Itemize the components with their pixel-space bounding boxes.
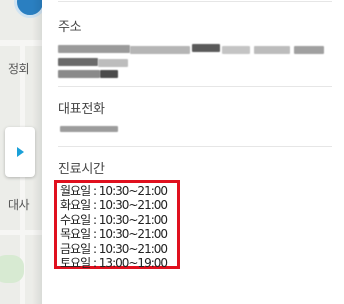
section-divider xyxy=(58,1,332,2)
redacted-text xyxy=(130,46,190,54)
hours-day: 토요일 xyxy=(60,256,91,271)
redacted-text xyxy=(58,70,100,78)
redacted-text xyxy=(294,46,324,54)
map-label: 정회 xyxy=(8,62,30,76)
hours-day: 월요일 xyxy=(60,184,91,198)
redacted-text xyxy=(58,58,98,66)
hours-row: 화요일 : 10:30~21:00 xyxy=(60,198,168,213)
chevron-right-icon xyxy=(16,147,24,157)
hours-row: 수요일 : 10:30~21:00 xyxy=(60,212,168,227)
redacted-text xyxy=(58,45,130,53)
address-section: 주소 xyxy=(58,16,332,35)
address-title: 주소 xyxy=(58,20,82,35)
map-area xyxy=(0,255,24,283)
hours-row: 월요일 : 10:30~21:00 xyxy=(60,184,168,198)
hours-time: 13:00~19:00 xyxy=(98,256,168,271)
hours-highlight-box: 월요일 : 10:30~21:00 화요일 : 10:30~21:00 수요일 … xyxy=(54,180,180,271)
hours-row: 토요일 : 13:00~19:00 xyxy=(60,256,168,271)
hours-row: 목요일 : 10:30~21:00 xyxy=(60,227,168,242)
hours-day: 화요일 xyxy=(60,198,91,213)
redacted-text xyxy=(192,44,220,52)
hours-time: 10:30~21:00 xyxy=(98,227,168,242)
hours-time: 10:30~21:00 xyxy=(98,212,168,227)
redacted-text xyxy=(98,59,128,67)
hours-day: 목요일 xyxy=(60,227,91,242)
redacted-text xyxy=(60,126,118,132)
redacted-text xyxy=(100,70,118,78)
hours-day: 금요일 xyxy=(60,241,91,256)
panel-toggle-button[interactable] xyxy=(5,127,35,177)
redacted-text xyxy=(222,46,250,54)
phone-title: 대표전화 xyxy=(58,102,105,117)
hours-time: 10:30~21:00 xyxy=(98,198,168,213)
map-label: 대사 xyxy=(8,198,30,212)
phone-section: 대표전화 xyxy=(58,98,332,117)
hours-row: 금요일 : 10:30~21:00 xyxy=(60,241,168,256)
redacted-text xyxy=(254,46,290,54)
section-divider xyxy=(58,86,332,87)
hours-time: 10:30~21:00 xyxy=(98,184,168,198)
hours-day: 수요일 xyxy=(60,212,91,227)
hours-time: 10:30~21:00 xyxy=(98,241,168,256)
hours-title: 진료시간 xyxy=(58,162,105,177)
section-divider xyxy=(58,146,332,147)
hours-section: 진료시간 xyxy=(58,158,332,177)
